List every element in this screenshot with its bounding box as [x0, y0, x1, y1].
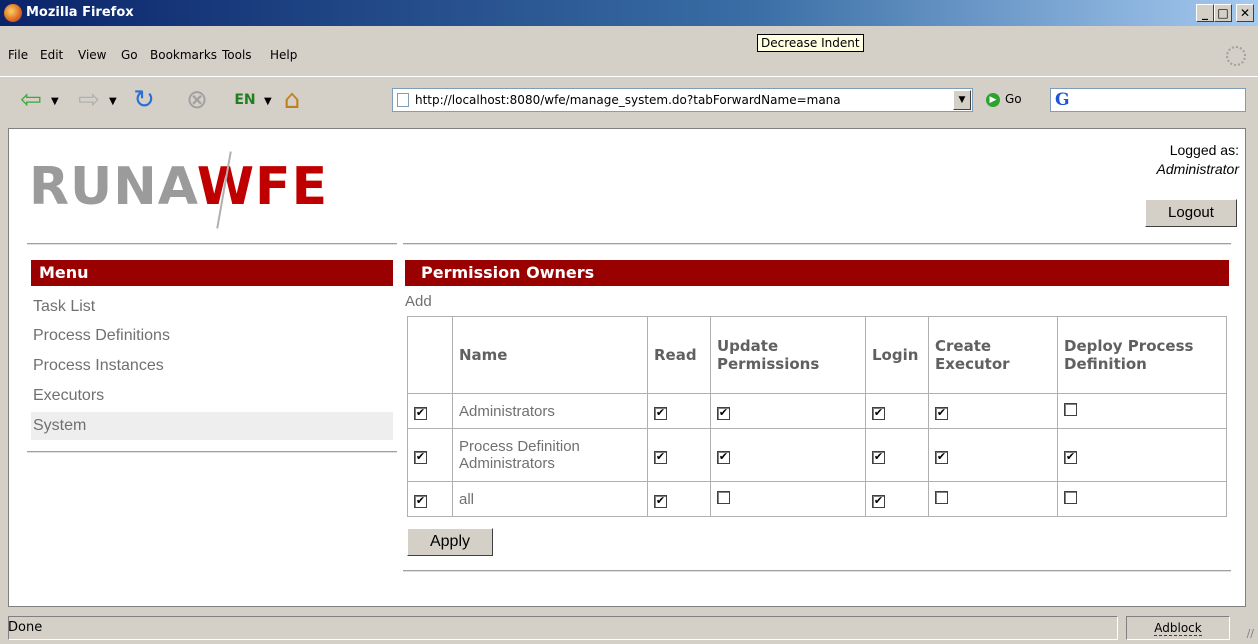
throbber-icon: [1226, 46, 1246, 66]
divider-left-bottom: [27, 451, 397, 453]
create-executor-checkbox[interactable]: ✔: [935, 406, 948, 420]
firefox-icon: [4, 4, 22, 22]
logged-as-label: Logged as:: [1169, 142, 1239, 158]
header-select: [407, 316, 453, 394]
add-link[interactable]: Add: [405, 293, 432, 310]
menu-view[interactable]: View: [78, 48, 106, 62]
create-executor-checkbox[interactable]: ✔: [935, 450, 948, 464]
go-button[interactable]: ▶ Go: [986, 92, 1022, 107]
menu-item-process-instances[interactable]: Process Instances: [31, 352, 393, 380]
update-permissions-checkbox[interactable]: [717, 490, 730, 504]
table-row: ✔ all ✔ ✔: [407, 481, 1227, 517]
status-text: Done: [8, 620, 43, 635]
menu-item-task-list[interactable]: Task List: [31, 293, 393, 321]
row-select-checkbox[interactable]: ✔: [414, 450, 427, 464]
menu-item-executors[interactable]: Executors: [31, 382, 393, 410]
menu-help[interactable]: Help: [270, 48, 297, 62]
create-executor-checkbox[interactable]: [935, 490, 948, 504]
menu-file[interactable]: File: [8, 48, 28, 62]
read-checkbox[interactable]: ✔: [654, 450, 667, 464]
logo-wfe: WFE: [196, 157, 329, 217]
forward-dropdown-icon[interactable]: ▼: [109, 96, 117, 107]
apply-button[interactable]: Apply: [407, 528, 493, 556]
deploy-process-checkbox[interactable]: [1064, 402, 1077, 416]
back-arrow-icon[interactable]: ⇦: [14, 83, 48, 117]
table-row: ✔ Process Definition Administrators ✔ ✔ …: [407, 428, 1227, 482]
owner-name: Administrators: [452, 393, 648, 429]
owner-name: all: [452, 481, 648, 517]
google-icon: G: [1055, 90, 1070, 110]
update-permissions-checkbox[interactable]: ✔: [717, 450, 730, 464]
window-titlebar[interactable]: Mozilla Firefox _ □ ✕: [0, 0, 1258, 26]
menu-item-system[interactable]: System: [31, 412, 393, 440]
deploy-process-checkbox[interactable]: ✔: [1064, 450, 1077, 464]
update-permissions-checkbox[interactable]: ✔: [717, 406, 730, 420]
menu-tools[interactable]: Tools: [222, 48, 252, 62]
header-name: Name: [452, 316, 648, 394]
menubar: File Edit View Go Bookmarks Tools Help: [0, 44, 1258, 68]
stop-icon[interactable]: ⊗: [180, 83, 214, 117]
adblock-label: Adblock: [1154, 621, 1202, 636]
minimize-button[interactable]: _: [1196, 4, 1214, 22]
close-button[interactable]: ✕: [1236, 4, 1254, 22]
row-select-checkbox[interactable]: ✔: [414, 494, 427, 508]
read-checkbox[interactable]: ✔: [654, 494, 667, 508]
read-checkbox[interactable]: ✔: [654, 406, 667, 420]
permissions-table: Name Read Update Permissions Login Creat…: [407, 316, 1227, 517]
login-checkbox[interactable]: ✔: [872, 450, 885, 464]
status-bar: Done Adblock ∕∕: [0, 612, 1258, 644]
menu-item-process-definitions[interactable]: Process Definitions: [31, 322, 393, 350]
login-checkbox[interactable]: ✔: [872, 494, 885, 508]
adblock-button[interactable]: Adblock: [1126, 616, 1230, 640]
table-header-row: Name Read Update Permissions Login Creat…: [407, 316, 1227, 394]
google-search-box[interactable]: G: [1050, 88, 1246, 112]
logged-as: Logged as: Administrator: [1157, 141, 1239, 179]
menu-bookmarks[interactable]: Bookmarks: [150, 48, 217, 62]
menu-title: Menu: [31, 260, 393, 286]
header-update-permissions: Update Permissions: [710, 316, 866, 394]
back-dropdown-icon[interactable]: ▼: [51, 96, 59, 107]
language-en-icon[interactable]: EN: [228, 83, 262, 117]
status-panel: [8, 616, 1118, 640]
table-row: ✔ Administrators ✔ ✔ ✔ ✔: [407, 393, 1227, 429]
divider-right-bottom: [403, 570, 1231, 572]
row-select-checkbox[interactable]: ✔: [414, 406, 427, 420]
resize-grip-icon[interactable]: ∕∕: [1247, 627, 1254, 640]
runawfe-logo: RUNAWFE: [29, 161, 328, 213]
header-create-executor: Create Executor: [928, 316, 1058, 394]
login-checkbox[interactable]: ✔: [872, 406, 885, 420]
url-dropdown-icon[interactable]: ▼: [953, 90, 971, 110]
go-label: Go: [1005, 92, 1022, 106]
divider-left-top: [27, 243, 397, 245]
logout-button[interactable]: Logout: [1145, 199, 1237, 227]
page-content: RUNAWFE Logged as: Administrator Logout …: [8, 128, 1246, 607]
owner-name: Process Definition Administrators: [452, 428, 648, 482]
window-title: Mozilla Firefox: [26, 5, 134, 20]
url-text[interactable]: http://localhost:8080/wfe/manage_system.…: [415, 93, 925, 107]
forward-arrow-icon[interactable]: ⇨: [72, 83, 106, 117]
header-read: Read: [647, 316, 711, 394]
page-icon: [397, 93, 409, 107]
logged-user: Administrator: [1156, 161, 1239, 177]
language-dropdown-icon[interactable]: ▼: [264, 96, 272, 107]
home-icon[interactable]: ⌂: [275, 83, 309, 117]
deploy-process-checkbox[interactable]: [1064, 490, 1077, 504]
go-arrow-icon: ▶: [986, 92, 1000, 107]
menu-go[interactable]: Go: [121, 48, 138, 62]
reload-icon[interactable]: ↻: [127, 83, 161, 117]
header-deploy-process-definition: Deploy Process Definition: [1057, 316, 1227, 394]
divider-right-top: [403, 243, 1231, 245]
logo-runa: RUNA: [29, 157, 197, 217]
permission-owners-title: Permission Owners: [405, 260, 1229, 286]
header-login: Login: [865, 316, 929, 394]
menu-edit[interactable]: Edit: [40, 48, 63, 62]
address-bar[interactable]: http://localhost:8080/wfe/manage_system.…: [392, 88, 973, 112]
maximize-button[interactable]: □: [1214, 4, 1232, 22]
